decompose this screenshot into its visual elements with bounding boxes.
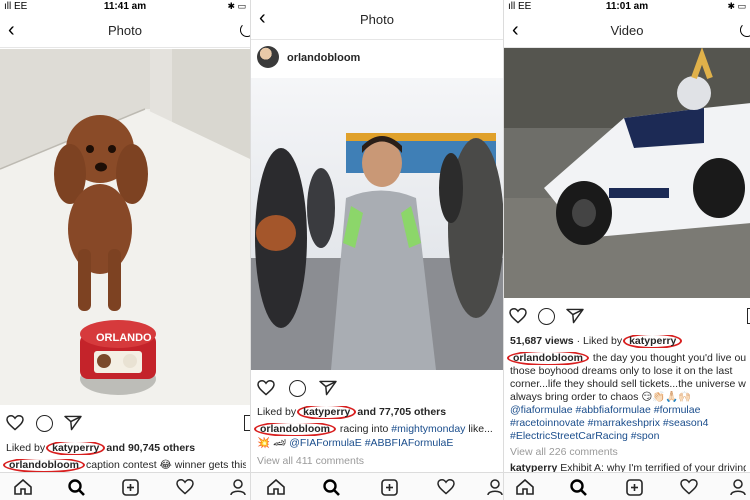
tin-brand-logo: ORLANDO	[96, 332, 152, 344]
liked-by-user[interactable]: katyperry	[297, 406, 357, 419]
caption-emoji: 💥 🏎	[257, 437, 287, 449]
post-photo[interactable]	[251, 78, 503, 370]
caption-line-4: always bring order to chaos 😏👏🏻🙏🏻🙌🏻	[510, 391, 692, 403]
action-row	[0, 413, 250, 439]
post-author-username[interactable]: orlandobloom	[287, 52, 360, 64]
heart-icon[interactable]	[257, 379, 275, 396]
search-icon[interactable]	[570, 479, 587, 500]
share-icon[interactable]	[319, 380, 337, 396]
post-video[interactable]	[504, 48, 750, 298]
tab-bar	[0, 472, 250, 500]
racing-driver-photo-image	[251, 78, 503, 370]
action-row	[504, 306, 750, 332]
action-row	[251, 378, 503, 404]
hashtag-link[interactable]: #mightymonday	[391, 423, 465, 435]
status-time: 11:01 am	[605, 1, 649, 12]
post-photo[interactable]: ORLANDO	[0, 49, 250, 405]
race-car-video-frame	[504, 48, 750, 298]
comment-icon[interactable]	[289, 380, 306, 397]
hashtag-line-2[interactable]: #racetoinnovate #marrakeshprix #season4	[510, 417, 746, 430]
home-icon[interactable]	[14, 478, 32, 500]
caption-username[interactable]: orlandobloom	[254, 423, 336, 436]
add-icon[interactable]	[122, 479, 139, 500]
battery-icon: ✱ ▭	[727, 1, 746, 11]
likes-count[interactable]: and 77,705 others	[357, 406, 446, 418]
caption-text: racing into	[339, 423, 389, 435]
nav-title: Photo	[108, 23, 142, 38]
home-icon[interactable]	[516, 478, 534, 500]
views-count[interactable]: 51,687 views	[510, 335, 574, 347]
status-bar: ıll EE 11:01 am ✱ ▭	[504, 0, 750, 14]
caption-line-1: orlandobloom racing into #mightymonday l…	[253, 423, 499, 436]
liked-by-user[interactable]: katyperry	[623, 335, 683, 348]
hashtag-line-3[interactable]: #ElectricStreetCarRacing #spon	[510, 430, 746, 443]
caption-line-1: orlandobloom the day you thought you'd l…	[506, 352, 746, 365]
liked-by-user[interactable]: katyperry	[46, 442, 106, 455]
post-panel-3: ıll EE 11:01 am ✱ ▭ ‹ Video 51,687 views…	[503, 0, 750, 500]
nav-title: Photo	[360, 12, 394, 27]
activity-icon[interactable]	[176, 478, 194, 500]
likes-line: Liked by katyperry and 77,705 others	[257, 406, 499, 419]
tab-bar	[251, 472, 503, 500]
dog-photo-image	[0, 49, 250, 405]
post-panel-1: ıll EE 11:41 am ✱ ▭ ‹ Photo ORLANDO Like…	[0, 0, 250, 500]
share-icon[interactable]	[566, 308, 584, 324]
likes-prefix: · Liked by	[576, 335, 623, 347]
caption-text: the day you thought you'd live out	[592, 352, 746, 364]
mention-link[interactable]: @FIAFormulaE	[289, 437, 362, 449]
caption-text: like...	[468, 423, 493, 435]
nav-title: Video	[610, 23, 644, 38]
caption-text: caption contest 😂 winner gets this	[86, 459, 246, 471]
caption-username[interactable]: orlandobloom	[3, 459, 85, 472]
view-comments-link[interactable]: View all 411 comments	[257, 455, 499, 468]
activity-icon[interactable]	[437, 478, 455, 500]
nav-bar: ‹ Video	[504, 14, 750, 48]
search-icon[interactable]	[323, 479, 340, 500]
avatar[interactable]	[257, 46, 279, 68]
caption-line-2: those boyhood dreams only to lose it on …	[510, 365, 733, 377]
nav-bar: ‹ Photo	[251, 0, 503, 40]
heart-icon[interactable]	[509, 307, 527, 324]
refresh-icon[interactable]	[240, 23, 250, 37]
add-icon[interactable]	[626, 479, 643, 500]
profile-icon[interactable]	[730, 479, 746, 500]
status-bar: ıll EE 11:41 am ✱ ▭	[0, 0, 250, 14]
comment-icon[interactable]	[538, 308, 555, 325]
profile-icon[interactable]	[487, 479, 503, 500]
comment-icon[interactable]	[36, 415, 53, 432]
likes-prefix: Liked by	[257, 406, 297, 418]
search-icon[interactable]	[68, 479, 85, 500]
battery-icon: ✱ ▭	[227, 1, 246, 11]
caption-line-2: 💥 🏎 @FIAFormulaE #ABBFIAFormulaE	[257, 437, 499, 450]
caption-username[interactable]: orlandobloom	[507, 352, 589, 365]
nav-bar: ‹ Photo	[0, 14, 250, 48]
profile-icon[interactable]	[230, 479, 246, 500]
status-time: 11:41 am	[103, 1, 147, 12]
home-icon[interactable]	[267, 478, 285, 500]
refresh-icon[interactable]	[740, 23, 750, 37]
hashtag-link[interactable]: #ABBFIAFormulaE	[365, 437, 454, 449]
post-panel-2: ‹ Photo orlandobloom Liked by katyperry …	[250, 0, 503, 500]
likes-count[interactable]: and 90,745 others	[106, 442, 195, 454]
caption-line: orlandobloom caption contest 😂 winner get…	[2, 459, 246, 472]
hashtag-line-1[interactable]: @fiaformulae #abbfiaformulae #formulae	[510, 404, 746, 417]
tab-bar	[504, 472, 750, 500]
add-icon[interactable]	[381, 479, 398, 500]
activity-icon[interactable]	[680, 478, 698, 500]
views-line: 51,687 views · Liked by katyperry	[510, 335, 746, 348]
view-comments-link[interactable]: View all 226 comments	[510, 446, 746, 459]
share-icon[interactable]	[64, 415, 82, 431]
heart-icon[interactable]	[6, 414, 24, 431]
likes-prefix: Liked by	[6, 442, 46, 454]
likes-line: Liked by katyperry and 90,745 others	[6, 442, 246, 455]
caption-line-3: corner...life they should sell tickets..…	[510, 378, 746, 390]
